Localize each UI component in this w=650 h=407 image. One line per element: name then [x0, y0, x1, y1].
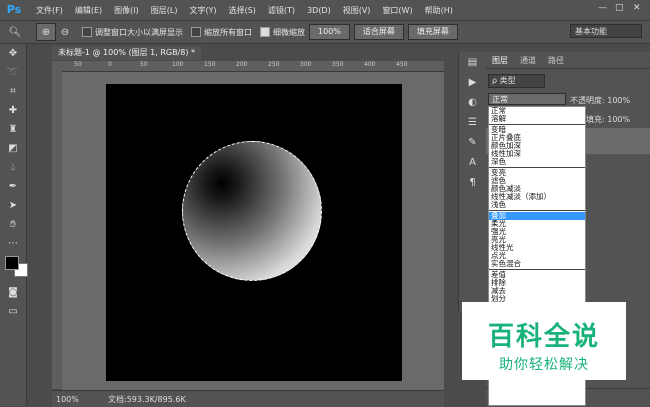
resize-windows-checkbox[interactable]: [82, 27, 92, 37]
ruler-tick: 150: [204, 61, 216, 68]
history-panel-icon[interactable]: ▤: [459, 52, 486, 72]
menu-bar: Ps 文件(F) 编辑(E) 图像(I) 图层(L) 文字(Y) 选择(S) 滤…: [0, 0, 650, 21]
fit-screen-button[interactable]: 适合屏幕: [353, 24, 404, 40]
paragraph-panel-icon[interactable]: ¶: [459, 172, 486, 192]
status-bar: 100% 文档:593.3K/895.6K: [52, 390, 444, 407]
ruler-tick: 50: [140, 61, 148, 68]
ruler-tick: 0: [108, 61, 112, 68]
path-selection-icon[interactable]: ➤: [0, 196, 26, 215]
ruler-tick: 450: [396, 61, 408, 68]
resize-windows-label: 调整窗口大小以满屏显示: [95, 27, 183, 37]
ruler-tick: 250: [268, 61, 280, 68]
properties-icon[interactable]: ☰: [459, 112, 486, 132]
watermark-subtitle: 助你轻松解决: [499, 357, 589, 373]
color-swatches[interactable]: [0, 253, 28, 283]
tab-paths[interactable]: 路径: [542, 55, 570, 66]
actions-play-icon[interactable]: ▶: [459, 72, 486, 92]
clone-stamp-icon[interactable]: ♜: [0, 120, 26, 139]
watermark-title: 百科全说: [487, 322, 600, 352]
photoshop-logo: Ps: [6, 3, 22, 16]
zoom-level[interactable]: 100%: [56, 395, 96, 404]
document-size: 文档:593.3K/895.6K: [108, 394, 186, 404]
foreground-color-swatch[interactable]: [5, 256, 19, 270]
opacity-field[interactable]: 不透明度: 100%: [570, 95, 630, 106]
menu-file[interactable]: 文件(F): [30, 5, 69, 16]
ruler-tick: 200: [236, 61, 248, 68]
fill-field[interactable]: 填充: 100%: [586, 114, 630, 125]
menu-edit[interactable]: 编辑(E): [69, 5, 108, 16]
more-tools-icon[interactable]: ⋯: [0, 234, 26, 253]
menu-help[interactable]: 帮助(H): [419, 5, 459, 16]
menu-select[interactable]: 选择(S): [223, 5, 262, 16]
blend-mode-option[interactable]: 浅色: [489, 201, 585, 209]
ruler-tick: 350: [332, 61, 344, 68]
adjustments-icon[interactable]: ◐: [459, 92, 486, 112]
tab-layers[interactable]: 图层: [486, 55, 514, 66]
minimize-button[interactable]: —: [598, 3, 607, 13]
zoom-all-label: 缩放所有窗口: [204, 27, 252, 37]
scrubby-zoom-checkbox[interactable]: [260, 27, 270, 37]
gradient-sphere-selection[interactable]: [182, 141, 322, 281]
lasso-tool-icon[interactable]: ➰: [0, 63, 26, 82]
ruler-tick: 400: [364, 61, 376, 68]
blend-mode-option[interactable]: 深色: [489, 158, 585, 166]
blend-mode-select[interactable]: 正常: [488, 93, 566, 105]
menu-window[interactable]: 窗口(W): [376, 5, 418, 16]
layer-filter-kind-select[interactable]: ρ 类型: [488, 74, 545, 88]
horizontal-ruler: 50 0 50 100 150 200 250 300 350 400 450: [52, 61, 444, 72]
character-panel-icon[interactable]: A: [459, 152, 486, 172]
zoom-in-icon[interactable]: ⊕: [36, 23, 56, 41]
tools-panel: ✥ ➰ ⌗ ✚ ♜ ◩ 💧︎ ✒ ➤ ✋︎ ⋯ ◙ ▭: [0, 44, 28, 406]
zoom-out-icon[interactable]: ⊖: [56, 24, 74, 40]
document-tab[interactable]: 未标题-1 @ 100% (图层 1, RGB/8) *: [52, 46, 202, 60]
scrubby-zoom-label: 细微缩放: [273, 27, 305, 37]
crop-tool-icon[interactable]: ⌗: [0, 82, 26, 101]
ruler-tick: 100: [172, 61, 184, 68]
pen-tool-icon[interactable]: ✒: [0, 177, 26, 196]
menu-view[interactable]: 视图(V): [337, 5, 377, 16]
collapsed-panel-dock: ▤ ▶ ◐ ☰ ✎ A ¶: [458, 52, 487, 312]
quick-mask-icon[interactable]: ◙: [0, 283, 26, 302]
menu-type[interactable]: 文字(Y): [183, 5, 222, 16]
ruler-tick: 50: [74, 61, 82, 68]
fill-screen-button[interactable]: 填充屏幕: [407, 24, 458, 40]
workspace-select[interactable]: 基本功能: [570, 24, 642, 38]
menu-image[interactable]: 图像(I): [108, 5, 145, 16]
ruler-tick: 300: [300, 61, 312, 68]
brush-panel-icon[interactable]: ✎: [459, 132, 486, 152]
document-canvas[interactable]: [106, 84, 402, 381]
eraser-tool-icon[interactable]: ◩: [0, 139, 26, 158]
zoom-tool-preset-icon[interactable]: 🔍︎: [6, 24, 24, 40]
layers-panel-tabs: 图层 通道 路径: [486, 52, 650, 69]
blend-mode-option[interactable]: 实色混合: [489, 260, 585, 268]
tab-channels[interactable]: 通道: [514, 55, 542, 66]
move-tool-icon[interactable]: ✥: [0, 44, 26, 63]
canvas-area[interactable]: [62, 72, 444, 390]
options-bar: 🔍︎ ⊕ ⊖ 调整窗口大小以满屏显示 缩放所有窗口 细微缩放 100% 适合屏幕…: [0, 21, 650, 44]
menu-3d[interactable]: 3D(D): [301, 6, 337, 15]
healing-brush-icon[interactable]: ✚: [0, 101, 26, 120]
blur-tool-icon[interactable]: 💧︎: [0, 158, 26, 177]
menu-layer[interactable]: 图层(L): [145, 5, 184, 16]
screen-mode-icon[interactable]: ▭: [0, 302, 26, 321]
hand-tool-icon[interactable]: ✋︎: [0, 215, 26, 234]
close-button[interactable]: ✕: [633, 3, 641, 13]
blend-mode-option[interactable]: 溶解: [489, 115, 585, 123]
zoom-100-button[interactable]: 100%: [309, 24, 350, 40]
maximize-button[interactable]: □: [615, 3, 624, 13]
menu-filter[interactable]: 滤镜(T): [262, 5, 301, 16]
watermark: 百科全说 助你轻松解决: [462, 302, 626, 380]
zoom-all-checkbox[interactable]: [191, 27, 201, 37]
